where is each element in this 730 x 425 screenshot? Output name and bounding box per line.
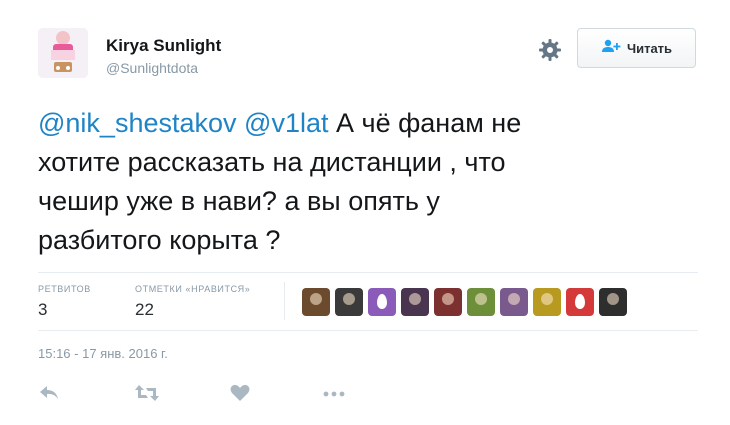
author-display-name[interactable]: Kirya Sunlight xyxy=(106,36,221,56)
likes-count[interactable]: 22 xyxy=(135,300,154,320)
mention-link[interactable]: @nik_shestakov xyxy=(38,108,237,138)
tweet-timestamp[interactable]: 15:16 - 17 янв. 2016 г. xyxy=(38,346,168,361)
avatar-photo-detail xyxy=(607,293,619,305)
retweets-label[interactable]: РЕТВИТОВ xyxy=(38,284,91,294)
liker-avatar[interactable] xyxy=(434,288,462,316)
avatar-photo-detail xyxy=(343,293,355,305)
likes-label[interactable]: ОТМЕТКИ «НРАВИТСЯ» xyxy=(135,284,250,294)
divider xyxy=(38,272,698,273)
stats-separator xyxy=(284,282,285,320)
avatar-photo-detail xyxy=(541,293,553,305)
tweet-text-line: хотите рассказать на дистанции , что xyxy=(38,147,506,177)
avatar-photo-detail xyxy=(508,293,520,305)
retweets-count[interactable]: 3 xyxy=(38,300,47,320)
divider xyxy=(38,330,698,331)
add-user-icon xyxy=(601,39,621,58)
follow-button-label: Читать xyxy=(626,40,673,56)
mention-link[interactable]: @v1lat xyxy=(244,108,328,138)
liker-avatar[interactable] xyxy=(599,288,627,316)
author-screen-name[interactable]: @Sunlightdota xyxy=(106,60,198,76)
egg-icon xyxy=(575,294,585,309)
egg-avatar-icon[interactable] xyxy=(566,288,594,316)
reply-icon[interactable] xyxy=(38,384,60,407)
avatar-photo-detail xyxy=(442,293,454,305)
like-heart-icon[interactable] xyxy=(230,384,250,407)
liker-avatar[interactable] xyxy=(500,288,528,316)
tweet-text-line: разбитого корыта ? xyxy=(38,225,281,255)
follow-button[interactable]: Читать xyxy=(577,28,696,68)
retweet-icon[interactable] xyxy=(134,384,160,407)
avatar-photo-detail xyxy=(409,293,421,305)
egg-icon xyxy=(377,294,387,309)
liker-avatar[interactable] xyxy=(302,288,330,316)
tweet-text-line: чешир уже в нави? а вы опять у xyxy=(38,186,440,216)
liker-avatar[interactable] xyxy=(335,288,363,316)
liker-avatar[interactable] xyxy=(401,288,429,316)
liker-avatars xyxy=(302,288,627,316)
more-icon[interactable] xyxy=(322,384,346,407)
avatar-photo-detail xyxy=(475,293,487,305)
gear-icon[interactable] xyxy=(538,38,562,62)
avatar[interactable] xyxy=(38,28,88,78)
tweet-text-line: А чё фанам не xyxy=(328,108,522,138)
tweet-text: @nik_shestakov @v1lat А чё фанам не хотит… xyxy=(38,104,698,260)
egg-avatar-icon[interactable] xyxy=(368,288,396,316)
avatar-photo-detail xyxy=(310,293,322,305)
liker-avatar[interactable] xyxy=(467,288,495,316)
liker-avatar[interactable] xyxy=(533,288,561,316)
